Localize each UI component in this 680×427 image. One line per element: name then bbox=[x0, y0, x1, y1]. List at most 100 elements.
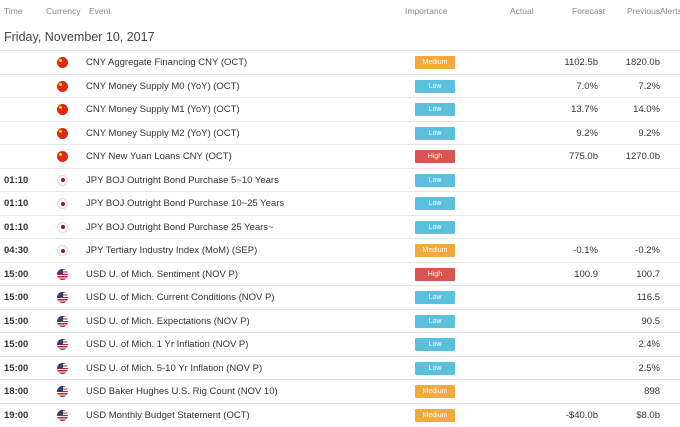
usa-flag-icon bbox=[57, 315, 68, 327]
table-row[interactable]: 04:30 JPY Tertiary Industry Index (MoM) (… bbox=[0, 238, 680, 262]
japan-flag-icon bbox=[57, 174, 68, 186]
importance-badge: High bbox=[415, 150, 455, 163]
event-name[interactable]: CNY Money Supply M2 (YoY) (OCT) bbox=[86, 128, 240, 139]
previous-value: 898 bbox=[644, 386, 660, 397]
date-heading: Friday, November 10, 2017 bbox=[0, 26, 680, 48]
china-flag-icon bbox=[57, 57, 68, 68]
table-header: Time Currency Event Importance Actual Fo… bbox=[0, 0, 680, 22]
importance-badge: Medium bbox=[415, 244, 455, 257]
japan-flag-icon bbox=[57, 245, 68, 256]
event-time: 15:00 bbox=[4, 315, 29, 327]
previous-value: 1820.0b bbox=[625, 57, 660, 68]
header-alerts: Alerts bbox=[660, 6, 680, 16]
forecast-value: -0.1% bbox=[573, 245, 598, 256]
event-name[interactable]: JPY BOJ Outright Bond Purchase 10~25 Yea… bbox=[86, 198, 284, 209]
table-row[interactable]: CNY Money Supply M0 (YoY) (OCT) Low 7.0% 7.… bbox=[0, 73, 680, 98]
table-row[interactable]: CNY Money Supply M1 (YoY) (OCT) Low 13.7% 1… bbox=[0, 97, 680, 121]
importance-badge: Low bbox=[415, 314, 455, 328]
table-row[interactable]: 01:10 JPY BOJ Outright Bond Purchase 10~2… bbox=[0, 191, 680, 215]
event-name[interactable]: USD U. of Mich. Sentiment (NOV P) bbox=[86, 269, 238, 280]
event-time: 15:00 bbox=[4, 292, 29, 303]
previous-value: 90.5 bbox=[641, 315, 661, 327]
usa-flag-icon bbox=[57, 386, 68, 397]
event-name[interactable]: USD U. of Mich. Expectations (NOV P) bbox=[86, 316, 250, 327]
event-name[interactable]: USD U. of Mich. 1 Yr Inflation (NOV P) bbox=[86, 339, 248, 350]
table-row[interactable]: 01:10 JPY BOJ Outright Bond Purchase 5~10… bbox=[0, 167, 680, 192]
event-time: 18:00 bbox=[4, 386, 29, 397]
header-actual: Actual bbox=[510, 6, 534, 16]
previous-value: $8.0b bbox=[636, 409, 660, 421]
event-name[interactable]: CNY Money Supply M1 (YoY) (OCT) bbox=[86, 104, 240, 115]
event-time: 01:10 bbox=[4, 174, 29, 186]
event-name[interactable]: USD U. of Mich. Current Conditions (NOV … bbox=[86, 292, 274, 303]
importance-badge: Low bbox=[415, 220, 455, 234]
previous-value: 9.2% bbox=[638, 127, 660, 139]
header-importance: Importance bbox=[405, 6, 448, 16]
table-row[interactable]: 01:10 JPY BOJ Outright Bond Purchase 25 Y… bbox=[0, 214, 680, 239]
table-row[interactable]: 15:00 USD U. of Mich. Sentiment (NOV P) Hi… bbox=[0, 261, 680, 286]
table-row[interactable]: CNY New Yuan Loans CNY (OCT) High 775.0b 12… bbox=[0, 144, 680, 168]
japan-flag-icon bbox=[57, 198, 68, 209]
event-name[interactable]: USD U. of Mich. 5-10 Yr Inflation (NOV P… bbox=[86, 363, 262, 374]
china-flag-icon bbox=[57, 127, 68, 139]
header-time: Time bbox=[4, 6, 23, 16]
importance-badge: Low bbox=[415, 338, 455, 351]
table-row[interactable]: 15:00 USD U. of Mich. 1 Yr Inflation (NOV… bbox=[0, 332, 680, 356]
previous-value: 14.0% bbox=[633, 104, 660, 115]
previous-value: 2.4% bbox=[638, 339, 660, 350]
forecast-value: 13.7% bbox=[571, 104, 598, 115]
event-time: 19:00 bbox=[4, 409, 29, 421]
event-name[interactable]: CNY New Yuan Loans CNY (OCT) bbox=[86, 151, 232, 162]
table-row[interactable]: 19:00 USD Monthly Budget Statement (OCT) M… bbox=[0, 402, 680, 427]
usa-flag-icon bbox=[57, 339, 68, 350]
previous-value: 7.2% bbox=[638, 80, 660, 92]
forecast-value: 775.0b bbox=[568, 151, 598, 162]
table-row[interactable]: CNY Aggregate Financing CNY (OCT) Medium 1… bbox=[0, 50, 680, 74]
importance-badge: Low bbox=[415, 126, 455, 140]
usa-flag-icon bbox=[57, 268, 68, 280]
table-row[interactable]: 15:00 USD U. of Mich. Current Conditions … bbox=[0, 285, 680, 309]
importance-badge: Low bbox=[415, 173, 455, 187]
previous-value: 1270.0b bbox=[625, 151, 660, 162]
table-row[interactable]: 15:00 USD U. of Mich. Expectations (NOV P… bbox=[0, 308, 680, 333]
header-forecast: Forecast bbox=[572, 6, 606, 16]
table-row[interactable]: 15:00 USD U. of Mich. 5-10 Yr Inflation (… bbox=[0, 355, 680, 380]
importance-badge: Low bbox=[415, 79, 455, 93]
event-time: 15:00 bbox=[4, 268, 29, 280]
japan-flag-icon bbox=[57, 221, 68, 233]
forecast-value: 7.0% bbox=[576, 80, 598, 92]
importance-badge: Low bbox=[415, 103, 455, 116]
previous-value: 100.7 bbox=[636, 268, 660, 280]
importance-badge: Low bbox=[415, 361, 455, 375]
header-previous: Previous bbox=[627, 6, 661, 16]
usa-flag-icon bbox=[57, 409, 68, 421]
event-name[interactable]: JPY BOJ Outright Bond Purchase 5~10 Year… bbox=[86, 175, 279, 186]
event-time: 04:30 bbox=[4, 245, 29, 256]
header-currency: Currency bbox=[46, 6, 81, 16]
table-row[interactable]: 18:00 USD Baker Hughes U.S. Rig Count (NO… bbox=[0, 379, 680, 403]
china-flag-icon bbox=[57, 151, 68, 162]
china-flag-icon bbox=[57, 80, 68, 92]
previous-value: 116.5 bbox=[636, 292, 660, 303]
event-name[interactable]: JPY BOJ Outright Bond Purchase 25 Years~ bbox=[86, 222, 274, 233]
event-name[interactable]: USD Baker Hughes U.S. Rig Count (NOV 10) bbox=[86, 386, 278, 397]
event-name[interactable]: USD Monthly Budget Statement (OCT) bbox=[86, 410, 250, 421]
event-time: 01:10 bbox=[4, 221, 29, 233]
importance-badge: Medium bbox=[415, 56, 455, 69]
previous-value: 2.5% bbox=[638, 362, 660, 374]
previous-value: -0.2% bbox=[635, 245, 660, 256]
event-time: 15:00 bbox=[4, 362, 29, 374]
date-label: Friday, November 10, 2017 bbox=[4, 30, 155, 44]
importance-badge: Low bbox=[415, 291, 455, 304]
event-name[interactable]: CNY Aggregate Financing CNY (OCT) bbox=[86, 57, 247, 68]
event-time: 15:00 bbox=[4, 339, 29, 350]
usa-flag-icon bbox=[57, 362, 68, 374]
table-row[interactable]: CNY Money Supply M2 (YoY) (OCT) Low 9.2% 9.… bbox=[0, 120, 680, 145]
china-flag-icon bbox=[57, 104, 68, 115]
forecast-value: 1102.5b bbox=[564, 57, 598, 68]
forecast-value: 9.2% bbox=[576, 127, 598, 139]
importance-badge: Medium bbox=[415, 385, 455, 398]
event-name[interactable]: JPY Tertiary Industry Index (MoM) (SEP) bbox=[86, 245, 257, 256]
event-time: 01:10 bbox=[4, 198, 29, 209]
event-name[interactable]: CNY Money Supply M0 (YoY) (OCT) bbox=[86, 81, 240, 92]
